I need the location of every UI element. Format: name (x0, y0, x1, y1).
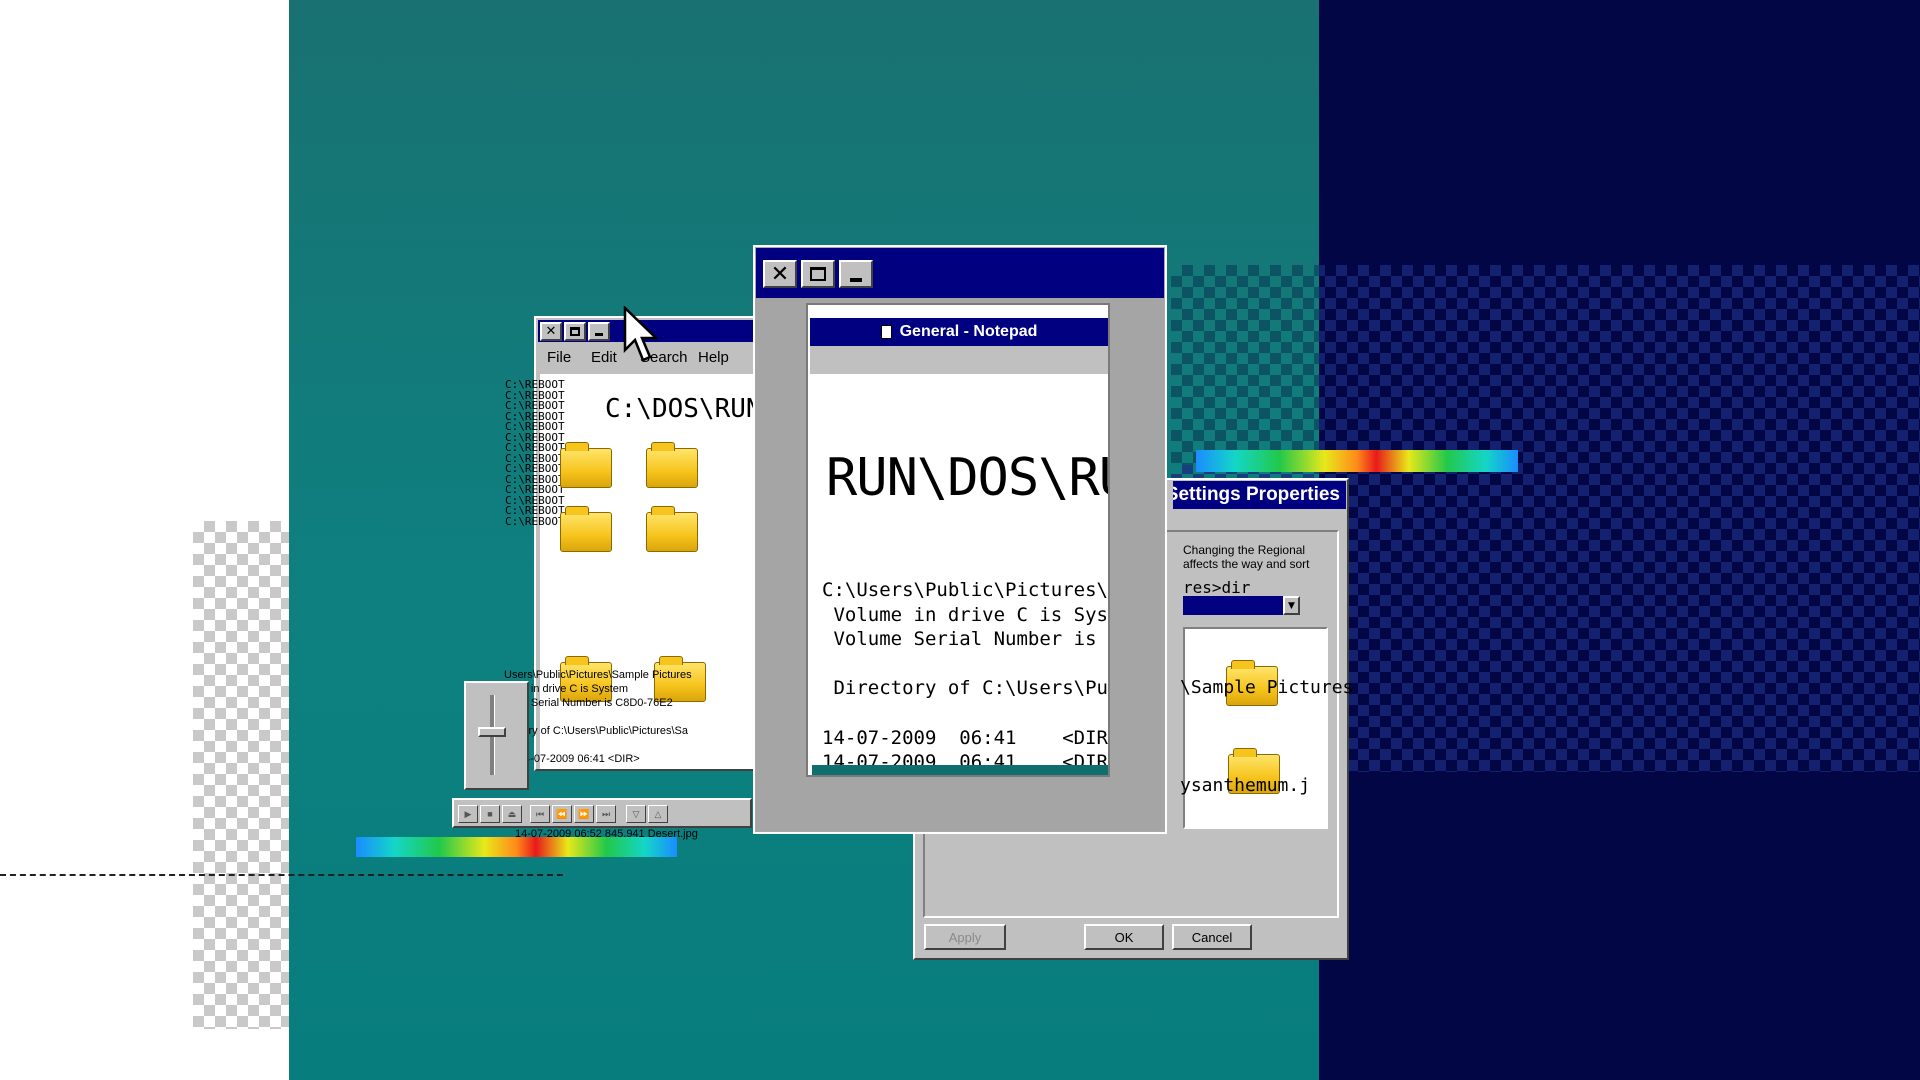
notepad-bottom-strip (812, 765, 1108, 775)
outer-window-title-bar[interactable]: ✕ (756, 248, 1164, 298)
notepad-menu-bar (810, 346, 1108, 374)
menu-file[interactable]: File (547, 349, 571, 366)
chevron-down-icon[interactable]: ▼ (1283, 596, 1300, 615)
media-player-controls: ▶ ■ ⏏ ⏮ ⏪ ⏩ ⏭ ▽ △ (452, 798, 752, 828)
notepad-dir-output: C:\Users\Public\Pictures\Sample Pictures… (822, 578, 1108, 768)
chevron-down-icon[interactable]: ▽ (626, 805, 646, 823)
minimize-icon[interactable] (839, 260, 873, 288)
notepad-title: General - Notepad (899, 323, 1038, 340)
menu-edit[interactable]: Edit (591, 349, 617, 366)
notepad-title-bar[interactable]: General - Notepad (810, 318, 1108, 346)
checkerboard-pattern-teal (1171, 265, 1319, 465)
checkerboard-pattern-left (193, 521, 289, 1029)
properties-preview-list (1183, 627, 1328, 829)
apply-button[interactable]: Apply (924, 924, 1006, 950)
dir-line: 14-07-2009 06:41 <DIR> (518, 753, 640, 765)
skip-back-icon[interactable]: ⏮ (530, 805, 550, 823)
folder-icon[interactable] (646, 442, 698, 488)
explorer-dir-listing: Users\Public\Pictures\Sample Pictures lu… (504, 538, 784, 766)
stop-icon[interactable]: ■ (480, 805, 500, 823)
minimize-icon[interactable] (588, 322, 610, 341)
folder-icon[interactable] (560, 442, 612, 488)
reboot-line: C:\REBOOT (505, 514, 565, 528)
preview-label-chrysanthemum: ysanthemum.j (1180, 775, 1311, 796)
cancel-button[interactable]: Cancel (1172, 924, 1252, 950)
menu-help[interactable]: Help (698, 349, 729, 366)
dir-line: rectory of C:\Users\Public\Pictures\Sa (504, 725, 689, 737)
output-line: Directory of C:\Users\Public\Pictures\Sa… (833, 677, 1108, 700)
output-line: 14-07-2009 06:41 <DIR> . (822, 726, 1108, 749)
play-icon[interactable]: ▶ (458, 805, 478, 823)
notepad-heading: RUN\DOS\RUN (826, 448, 1108, 508)
locale-select[interactable]: ▼ (1183, 596, 1300, 615)
preview-label-sample-pictures: \Sample Pictures (1180, 677, 1354, 698)
output-line: C:\Users\Public\Pictures\Sample Pictures… (822, 579, 1108, 601)
reboot-list: C:\REBOOT C:\REBOOT C:\REBOOT C:\REBOOT … (505, 379, 565, 528)
spectrum-bar-left (356, 837, 677, 857)
maximize-icon[interactable] (564, 322, 586, 341)
dashed-line (0, 874, 563, 876)
eject-icon[interactable]: ⏏ (502, 805, 522, 823)
notepad-icon (880, 325, 892, 339)
ok-button[interactable]: OK (1084, 924, 1164, 950)
slider-thumb[interactable] (478, 727, 506, 737)
skip-forward-icon[interactable]: ⏭ (596, 805, 616, 823)
chevron-up-icon[interactable]: △ (648, 805, 668, 823)
properties-prompt: res>dir (1183, 578, 1251, 597)
properties-title-bar[interactable]: Regional Settings Properties (1173, 481, 1346, 509)
maximize-icon[interactable] (801, 260, 835, 288)
dir-line (504, 738, 784, 752)
dir-line (504, 710, 784, 724)
fast-forward-icon[interactable]: ⏩ (574, 805, 594, 823)
properties-title: Regional Settings Properties (1173, 484, 1340, 505)
dir-line: lume in drive C is System (504, 683, 629, 695)
output-line: Volume Serial Number is C8D0-76E2 (833, 628, 1108, 651)
volume-slider[interactable] (464, 681, 529, 790)
arrow-cursor-icon (623, 306, 660, 362)
spectrum-bar-right (1196, 450, 1518, 472)
close-icon[interactable]: ✕ (540, 322, 562, 341)
output-line: Volume in drive C is System (833, 603, 1108, 626)
properties-description: Changing the Regional affects the way an… (1183, 543, 1310, 573)
dir-line: lume Serial Number is C8D0-76E2 (504, 697, 673, 709)
close-icon[interactable]: ✕ (763, 260, 797, 288)
dir-line: Users\Public\Pictures\Sample Pictures (504, 669, 692, 681)
explorer-heading: C:\DOS\RUN (605, 394, 762, 424)
rewind-icon[interactable]: ⏪ (552, 805, 572, 823)
